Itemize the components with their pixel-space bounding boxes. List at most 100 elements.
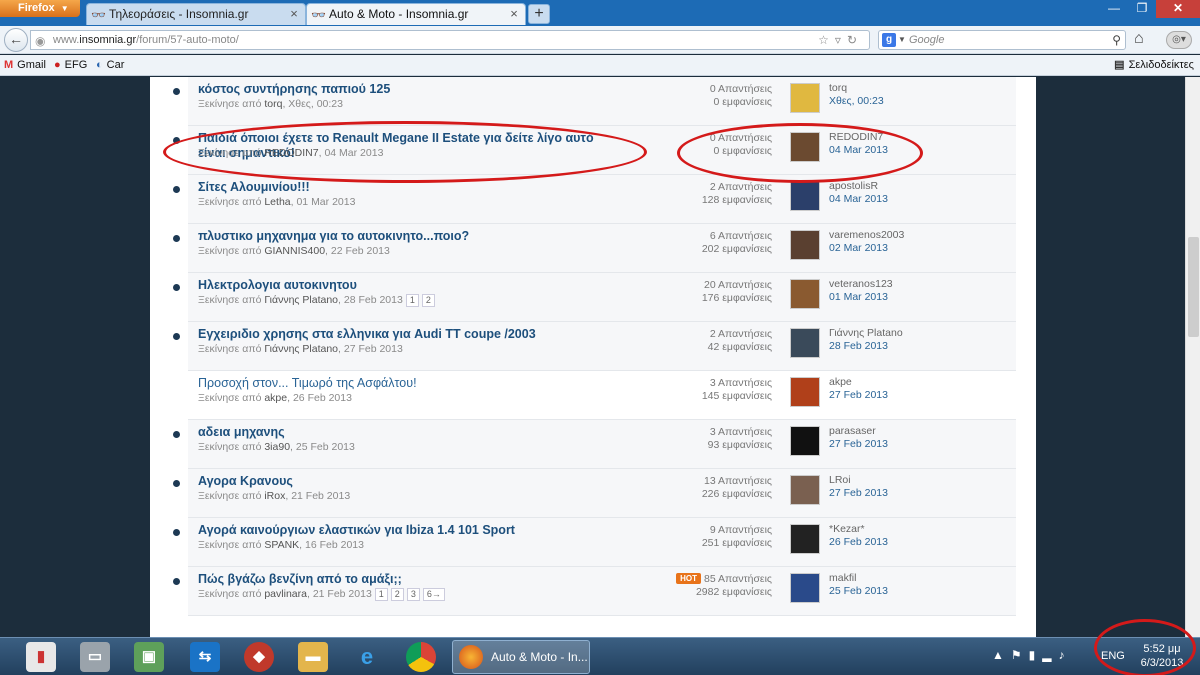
teamviewer-icon[interactable]: ⇆ [190,642,220,672]
topic-title-link[interactable]: Προσοχή στον... Τιμωρό της Ασφάλτου! [198,376,618,391]
tab-auto-moto[interactable]: 👓 Auto & Moto - Insomnia.gr × [306,3,526,25]
system-clock[interactable]: 5:52 μμ 6/3/2013 [1134,642,1190,670]
topic-page-link[interactable]: 1 [405,294,419,307]
restore-icon[interactable]: ❐ [1128,0,1156,18]
chrome-icon[interactable] [406,642,436,672]
topic-title-link[interactable]: Σίτες Αλουμινίου!!! [198,180,618,195]
firefox-menu-button[interactable]: Firefox ▼ [0,0,80,17]
minimize-icon[interactable]: — [1100,0,1128,18]
last-poster-avatar[interactable] [790,132,820,162]
last-poster-avatar[interactable] [790,181,820,211]
topic-title-link[interactable]: Αγορα Κρανους [198,474,618,489]
topic-title-link[interactable]: αδεια μηχανης [198,425,618,440]
windows-start-icon[interactable]: ▮ [26,642,56,672]
last-post-date-link[interactable]: 01 Mar 2013 [829,291,893,304]
internet-explorer-icon[interactable]: e [352,642,382,672]
last-post-date-link[interactable]: 26 Feb 2013 [829,536,888,549]
window-close-icon[interactable]: ✕ [1156,0,1200,18]
topic-page-link[interactable]: 2 [390,588,404,601]
topic-title-link[interactable]: Αγορά καινούργιων ελαστικών για Ibiza 1.… [198,523,618,538]
page-scrollbar[interactable] [1185,77,1200,637]
last-post-date-link[interactable]: 27 Feb 2013 [829,389,888,402]
last-post-date-link[interactable]: 04 Mar 2013 [829,193,888,206]
bookmark-car[interactable]: ◐ Car [96,55,124,75]
last-post-date-link[interactable]: 25 Feb 2013 [829,585,888,598]
url-bar[interactable]: ◉ www.insomnia.gr/forum/57-auto-moto/ ☆▿… [30,30,870,50]
last-poster-name[interactable]: LRoi [829,474,888,487]
topic-page-link[interactable]: 1 [374,588,388,601]
topic-author-link[interactable]: GIANNIS400 [264,245,325,257]
last-poster-name[interactable]: *Kezar* [829,523,888,536]
bookmark-efg[interactable]: ● EFG [54,55,87,75]
last-poster-avatar[interactable] [790,377,820,407]
last-poster-name[interactable]: torq [829,82,884,95]
topic-author-link[interactable]: SPANK [264,539,299,551]
last-poster-avatar[interactable] [790,230,820,260]
last-poster-avatar[interactable] [790,328,820,358]
battery-icon[interactable]: ▮ [1029,648,1043,662]
search-icon[interactable]: ⚲ [1112,31,1121,49]
last-poster-name[interactable]: Γιάννης Platano [829,327,903,340]
topic-author-link[interactable]: REDODIN7 [264,147,318,159]
last-poster-name[interactable]: apostolisR [829,180,888,193]
app-icon[interactable]: ◆ [244,642,274,672]
folder-icon[interactable]: ▬ [298,642,328,672]
language-indicator[interactable]: ENG [1101,650,1125,662]
topic-title-link[interactable]: Εγχειριδιο χρησης στα ελληνικα για Audi … [198,327,618,342]
topic-author-link[interactable]: iRox [264,490,285,502]
last-poster-name[interactable]: akpe [829,376,888,389]
last-poster-name[interactable]: veteranos123 [829,278,893,291]
bookmarks-menu-button[interactable]: ▤ Σελιδοδείκτες [1114,55,1194,75]
topic-title-link[interactable]: Πώς βγάζω βενζίνη από το αμάξι;; [198,572,618,587]
google-icon[interactable]: g [882,33,896,47]
last-post-date-link[interactable]: 27 Feb 2013 [829,487,888,500]
back-button[interactable]: ← [4,28,28,52]
last-post-date-link[interactable]: 02 Mar 2013 [829,242,904,255]
topic-page-link[interactable]: 6→ [422,588,445,601]
close-icon[interactable]: × [507,7,521,21]
topic-title-link[interactable]: κόστος συντήρησης παπιού 125 [198,82,618,97]
network-icon[interactable]: ▂ [1042,648,1058,662]
star-icon[interactable]: ☆ [818,33,835,47]
last-poster-avatar[interactable] [790,279,820,309]
bookmark-gmail[interactable]: M Gmail [4,55,46,75]
disk-icon[interactable]: ▣ [134,642,164,672]
last-post-date-link[interactable]: 27 Feb 2013 [829,438,888,451]
topic-title-link[interactable]: Ηλεκτρολογια αυτοκινητου [198,278,618,293]
topic-author-link[interactable]: 3ia90 [264,441,290,453]
topic-author-link[interactable]: Γιάννης Platano [264,343,338,355]
search-bar[interactable]: g ▼ Google ⚲ [878,30,1126,50]
chevron-down-icon[interactable]: ▼ [898,31,906,49]
last-poster-name[interactable]: varemenos2003 [829,229,904,242]
close-icon[interactable]: × [287,7,301,21]
addon-icon[interactable]: ◎▾ [1166,31,1192,49]
topic-title-link[interactable]: πλυστικο μηχανημα για το αυτοκινητο...πο… [198,229,618,244]
topic-author-link[interactable]: akpe [264,392,287,404]
volume-icon[interactable]: ♪ [1059,648,1072,662]
last-poster-avatar[interactable] [790,524,820,554]
scrollbar-thumb[interactable] [1188,237,1199,337]
last-post-date-link[interactable]: Χθες, 00:23 [829,95,884,108]
last-post-date-link[interactable]: 28 Feb 2013 [829,340,903,353]
topic-author-link[interactable]: pavlinara [264,588,307,600]
new-tab-button[interactable]: + [528,4,550,24]
flag-icon[interactable]: ⚑ [1011,648,1029,662]
home-icon[interactable]: ⌂ [1134,30,1144,48]
dropdown-icon[interactable]: ▿ [835,33,847,47]
drive-icon[interactable]: ▭ [80,642,110,672]
last-poster-avatar[interactable] [790,426,820,456]
last-post-date-link[interactable]: 04 Mar 2013 [829,144,888,157]
last-poster-name[interactable]: REDODIN7 [829,131,888,144]
topic-author-link[interactable]: Letha [264,196,290,208]
last-poster-name[interactable]: makfil [829,572,888,585]
last-poster-avatar[interactable] [790,475,820,505]
taskbar-firefox-window[interactable]: Auto & Moto - In... [452,640,590,674]
topic-author-link[interactable]: torq [264,98,282,110]
topic-page-link[interactable]: 3 [406,588,420,601]
tab-tileoraseis[interactable]: 👓 Τηλεοράσεις - Insomnia.gr × [86,3,306,25]
topic-author-link[interactable]: Γιάννης Platano [264,294,338,306]
last-poster-avatar[interactable] [790,83,820,113]
chevron-up-icon[interactable]: ▲ [992,648,1011,662]
topic-page-link[interactable]: 2 [421,294,435,307]
last-poster-avatar[interactable] [790,573,820,603]
